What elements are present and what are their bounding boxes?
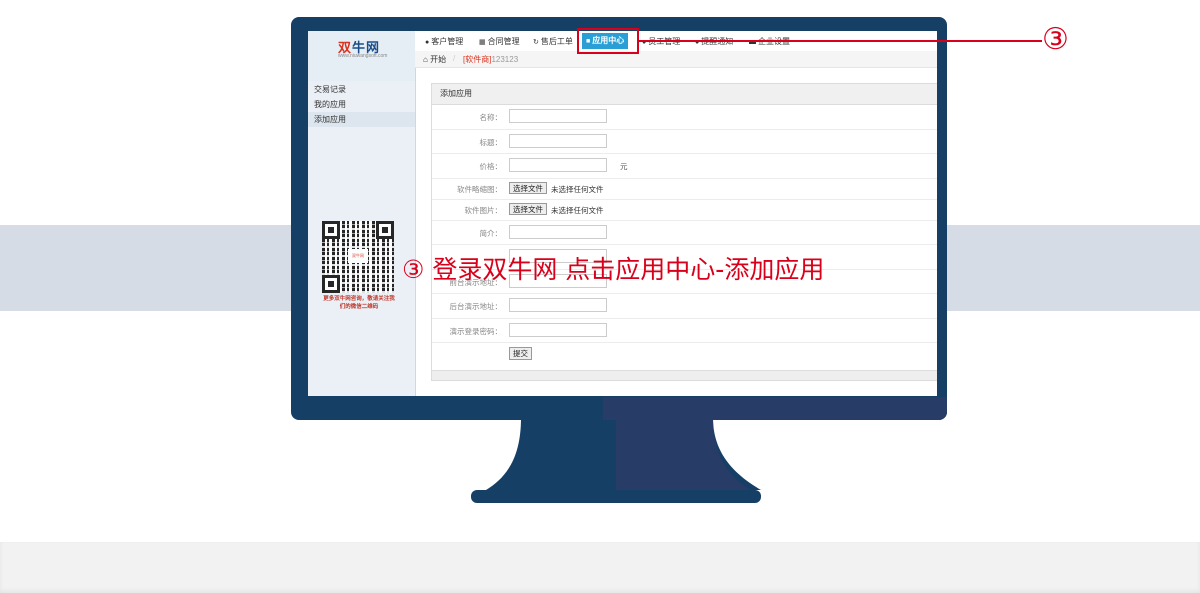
highlight-leader-line — [639, 40, 1042, 42]
thumbnail-file-status: 未选择任何文件 — [551, 184, 604, 194]
qr-center-label: 双牛网 — [348, 249, 368, 263]
intro-input[interactable] — [509, 224, 607, 239]
breadcrumb-current: [软件商]123123 — [463, 55, 519, 64]
submit-button[interactable]: 提交 — [509, 347, 532, 360]
field-row-price: 价格： 元 — [432, 154, 937, 179]
highlight-box-app-center — [577, 28, 639, 54]
sidebar-item-add-app[interactable]: 添加应用 — [308, 112, 415, 127]
price-unit: 元 — [620, 162, 628, 171]
footer-band — [0, 542, 1200, 593]
images-file-status: 未选择任何文件 — [551, 205, 604, 215]
breadcrumb-separator: / — [453, 54, 456, 63]
nav-enterprise-settings[interactable]: ▬企业设置 — [749, 35, 790, 49]
add-app-form: 添加应用 名称： 标题： 价格： 元 软件略缩图： 选择文件 未选择任何文件 软… — [431, 83, 937, 381]
field-row-title: 标题： — [432, 130, 937, 154]
sidebar-item-transactions[interactable]: 交易记录 — [308, 82, 415, 97]
field-label: 后台演示地址： — [449, 302, 503, 311]
field-label: 软件图片： — [464, 205, 503, 215]
monitor-stand — [471, 418, 761, 503]
home-icon: ⌂ — [423, 55, 428, 64]
monitor-frame: 交易记录 我的应用 添加应用 双牛网 www.niuwangsoft.com 双… — [291, 17, 947, 420]
field-row-demo-password: 演示登录密码： — [432, 319, 937, 343]
field-row-back-demo-url: 后台演示地址： — [432, 294, 937, 319]
field-label: 名称： — [479, 113, 503, 122]
nav-reminders[interactable]: ●提醒通知 — [695, 35, 733, 49]
nav-after-sales-tickets[interactable]: ↻ 售后工单 — [533, 35, 573, 49]
background-strip-left — [0, 225, 292, 311]
monitor-shade — [603, 397, 947, 420]
logo-subtitle: www.niuwangsoft.com — [338, 53, 388, 59]
title-input[interactable] — [509, 133, 607, 148]
field-label: 标题： — [479, 137, 503, 147]
field-row-images: 软件图片： 选择文件 未选择任何文件 — [432, 200, 937, 221]
field-label: 价格： — [479, 162, 503, 171]
step-number-label: ③ — [1042, 22, 1069, 57]
top-navigation: ●客户管理 ▦合同管理 ↻售后工单 ■应用中心 ●员工管理 ●提醒通知 ▬企业设… — [415, 31, 937, 53]
form-title: 添加应用 — [432, 84, 937, 105]
images-file-button[interactable]: 选择文件 — [509, 202, 547, 215]
form-footer — [432, 370, 937, 380]
qr-caption: 更多双牛网咨询，敬请关注我们的微信二维码 — [323, 296, 395, 310]
logo[interactable]: 双牛网 www.niuwangsoft.com — [308, 31, 415, 81]
nav-staff-management[interactable]: ●员工管理 — [642, 35, 680, 49]
document-icon: ▦ — [479, 39, 486, 46]
field-row-name: 名称： — [432, 105, 937, 130]
field-label: 简介： — [479, 228, 503, 238]
app-screen: 交易记录 我的应用 添加应用 双牛网 www.niuwangsoft.com 双… — [308, 31, 937, 396]
submit-row: 提交 — [432, 343, 937, 367]
sidebar-item-my-apps[interactable]: 我的应用 — [308, 97, 415, 112]
refresh-icon: ↻ — [533, 39, 539, 46]
nav-customer-management[interactable]: ● 客户管理 — [425, 35, 463, 49]
background-strip-right — [946, 225, 1200, 311]
price-input[interactable] — [509, 158, 607, 172]
field-row-thumbnail: 软件略缩图： 选择文件 未选择任何文件 — [432, 179, 937, 200]
nav-contract-management[interactable]: ▦ 合同管理 — [479, 35, 520, 49]
breadcrumb: ⌂ 开始 / [软件商]123123 — [415, 51, 937, 68]
thumbnail-file-button[interactable]: 选择文件 — [509, 181, 547, 194]
demo-password-input[interactable] — [509, 322, 607, 337]
name-input[interactable] — [509, 109, 607, 123]
field-label: 演示登录密码： — [449, 326, 503, 336]
user-icon: ● — [425, 39, 430, 46]
field-label: 软件略缩图： — [457, 184, 502, 194]
qr-code: 双牛网 — [322, 221, 394, 293]
step-caption: ③ 登录双牛网 点击应用中心-添加应用 — [402, 255, 825, 284]
back-demo-url-input[interactable] — [509, 298, 607, 312]
field-row-intro: 简介： — [432, 221, 937, 245]
breadcrumb-home[interactable]: ⌂ 开始 — [423, 54, 446, 65]
